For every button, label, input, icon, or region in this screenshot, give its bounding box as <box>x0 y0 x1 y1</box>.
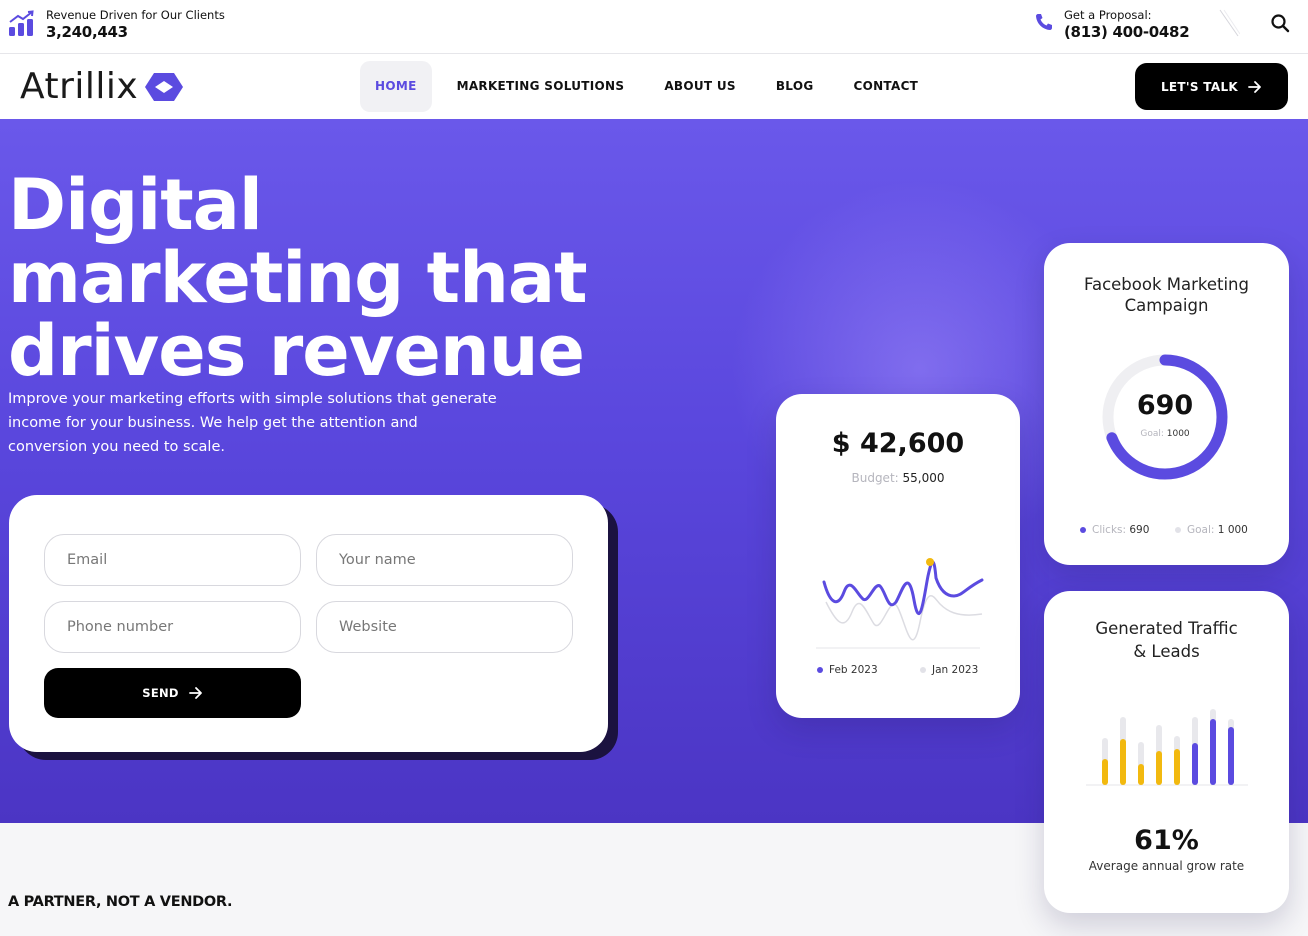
legend-jan: Jan 2023 <box>920 664 978 676</box>
nav-item-blog[interactable]: BLOG <box>756 61 834 112</box>
traffic-leads-card: Generated Traffic & Leads 61% Average an… <box>1044 591 1289 913</box>
series-jan-2023 <box>825 595 983 641</box>
arrow-right-icon <box>188 687 202 699</box>
phone-icon <box>1036 14 1052 30</box>
divider-slash <box>1219 9 1240 37</box>
legend-goal-label: Goal: <box>1187 524 1215 536</box>
traffic-title-line-2: & Leads <box>1133 642 1200 661</box>
budget-value: 55,000 <box>902 471 945 485</box>
bar-5 <box>1174 749 1180 785</box>
facebook-title-line-1: Facebook Marketing <box>1083 275 1249 294</box>
headline-line-3: drives revenue <box>8 310 585 392</box>
legend-dot-feb <box>817 667 823 673</box>
growth-percent: 61% <box>1134 825 1199 856</box>
bar-4 <box>1156 751 1162 785</box>
nav-item-home[interactable]: HOME <box>360 61 432 112</box>
proposal-phone[interactable]: (813) 400-0482 <box>1064 22 1190 42</box>
lets-talk-button[interactable]: LET'S TALK <box>1135 63 1288 110</box>
peak-point <box>926 558 934 566</box>
clicks-value: 690 <box>1129 524 1150 536</box>
main-nav: Atrillix HOME MARKETING SOLUTIONS ABOUT … <box>0 54 1308 119</box>
send-button[interactable]: SEND <box>44 668 301 718</box>
legend-goal-value: 1 000 <box>1217 524 1248 536</box>
budget-label: Budget: <box>851 471 899 485</box>
name-field[interactable]: Your name <box>316 534 573 586</box>
nav-item-about-us[interactable]: ABOUT US <box>644 61 756 112</box>
hero-section: Digital marketing that drives revenue Im… <box>0 119 1308 913</box>
bar-3 <box>1138 764 1144 785</box>
bar-8 <box>1228 727 1234 785</box>
traffic-card-title: Generated Traffic & Leads <box>1044 617 1289 663</box>
legend-dot-goal <box>1175 527 1181 533</box>
partner-heading: A PARTNER, NOT A VENDOR. <box>8 894 233 910</box>
traffic-bar-chart <box>1086 709 1248 786</box>
search-icon[interactable] <box>1270 13 1290 33</box>
legend-goal: Goal: 1 000 <box>1175 524 1248 536</box>
revenue-label: Revenue Driven for Our Clients <box>46 8 225 22</box>
headline-line-1: Digital <box>8 164 263 246</box>
budget-line-chart <box>816 558 984 649</box>
budget-amount: $ 42,600 <box>831 428 965 459</box>
budget-card: $ 42,600 Budget: 55,000 Feb 2023 Jan 202… <box>776 394 1020 718</box>
headline-line-2: marketing that <box>8 237 588 319</box>
facebook-card-title: Facebook Marketing Campaign <box>1044 274 1289 316</box>
legend-dot-clicks <box>1080 527 1086 533</box>
bar-6 <box>1192 743 1198 785</box>
facebook-campaign-card: Facebook Marketing Campaign 690 Goal: 10… <box>1044 243 1289 565</box>
donut-goal-label: Goal: <box>1140 429 1164 439</box>
send-label: SEND <box>142 686 179 700</box>
donut-goal: Goal: 1000 <box>1099 429 1231 439</box>
legend-dot-jan <box>920 667 926 673</box>
clicks-label: Clicks: <box>1092 524 1127 536</box>
traffic-title-line-1: Generated Traffic <box>1095 619 1238 638</box>
bar-1 <box>1102 759 1108 785</box>
logo-text: Atrillix <box>20 66 139 107</box>
logo[interactable]: Atrillix <box>20 66 184 107</box>
legend-feb: Feb 2023 <box>817 664 878 676</box>
donut-goal-value: 1000 <box>1166 429 1190 439</box>
revenue-value: 3,240,443 <box>46 23 128 41</box>
phone-field[interactable]: Phone number <box>44 601 301 653</box>
nav-item-marketing-solutions[interactable]: MARKETING SOLUTIONS <box>432 61 645 112</box>
donut-value: 690 <box>1136 390 1194 421</box>
website-field[interactable]: Website <box>316 601 573 653</box>
legend-clicks: Clicks: 690 <box>1080 524 1149 536</box>
top-bar: Revenue Driven for Our Clients 3,240,443… <box>0 0 1308 54</box>
series-feb-2023 <box>822 560 984 616</box>
growth-label: Average annual grow rate <box>1088 859 1245 873</box>
facebook-title-line-2: Campaign <box>1124 296 1209 315</box>
bar-2 <box>1120 739 1126 785</box>
email-field[interactable]: Email <box>44 534 301 586</box>
hero-headline: Digital marketing that drives revenue <box>8 169 608 388</box>
legend-feb-label: Feb 2023 <box>829 664 878 676</box>
budget-line: Budget: 55,000 <box>776 471 1020 485</box>
logo-hexagon-icon <box>145 72 184 101</box>
revenue-block: Revenue Driven for Our Clients 3,240,443 <box>8 8 225 42</box>
lead-form: Email Your name Phone number Website SEN… <box>9 495 608 752</box>
nav-item-contact[interactable]: CONTACT <box>833 61 938 112</box>
growth-chart-icon <box>9 10 34 36</box>
arrow-right-icon <box>1248 80 1261 93</box>
lets-talk-label: LET'S TALK <box>1160 79 1238 94</box>
proposal-block[interactable]: Get a Proposal: (813) 400-0482 <box>1034 8 1190 42</box>
bar-7 <box>1210 719 1216 785</box>
proposal-label: Get a Proposal: <box>1064 8 1152 22</box>
legend-jan-label: Jan 2023 <box>932 664 979 676</box>
hero-subtext: Improve your marketing efforts with simp… <box>8 391 497 455</box>
nav-menu: HOME MARKETING SOLUTIONS ABOUT US BLOG C… <box>360 61 938 112</box>
